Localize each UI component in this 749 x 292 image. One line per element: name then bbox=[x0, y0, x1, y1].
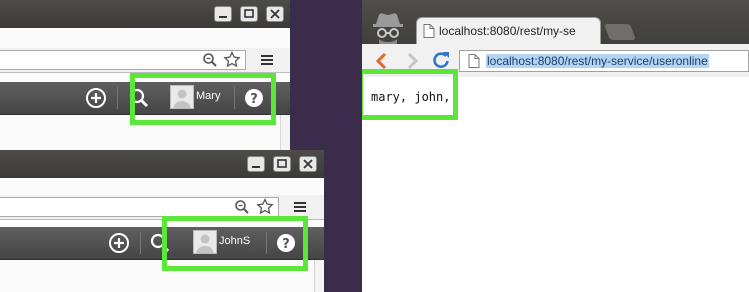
menu-icon[interactable] bbox=[260, 53, 274, 67]
address-field[interactable]: localhost:8080/rest/my-service/useronlin… bbox=[459, 50, 749, 72]
close-button[interactable] bbox=[299, 156, 317, 172]
browser-window-john: JohnS ? bbox=[0, 150, 324, 292]
toolbar-divider bbox=[140, 232, 141, 254]
scrollbar[interactable] bbox=[314, 260, 324, 292]
highlight-box bbox=[362, 69, 458, 120]
address-bar bbox=[0, 48, 290, 73]
window-titlebar bbox=[0, 150, 324, 178]
address-url: localhost:8080/rest/my-service/useronlin… bbox=[486, 54, 709, 68]
close-button[interactable] bbox=[266, 6, 284, 22]
star-icon[interactable] bbox=[223, 51, 241, 69]
tab-title: localhost:8080/rest/my-se bbox=[439, 24, 576, 38]
back-arrow-icon[interactable] bbox=[374, 52, 390, 70]
scrollbar[interactable] bbox=[280, 115, 290, 150]
forward-arrow-icon[interactable] bbox=[404, 52, 420, 70]
menu-icon[interactable] bbox=[293, 200, 307, 214]
add-icon[interactable] bbox=[108, 232, 130, 254]
document-icon bbox=[423, 24, 435, 38]
add-icon[interactable] bbox=[85, 87, 107, 109]
minimize-button[interactable] bbox=[247, 156, 265, 172]
star-icon[interactable] bbox=[256, 198, 274, 216]
zoom-icon[interactable] bbox=[202, 52, 218, 68]
incognito-icon bbox=[373, 13, 403, 46]
toolbar-divider bbox=[117, 87, 118, 109]
reload-icon[interactable] bbox=[432, 51, 450, 69]
browser-window-service: localhost:8080/rest/my-se localhost:8080… bbox=[362, 0, 749, 292]
highlight-box bbox=[130, 73, 276, 125]
new-tab-button[interactable] bbox=[604, 24, 636, 40]
minimize-button[interactable] bbox=[214, 6, 232, 22]
maximize-button[interactable] bbox=[240, 6, 258, 22]
zoom-icon[interactable] bbox=[234, 199, 250, 215]
tab-active[interactable]: localhost:8080/rest/my-se bbox=[416, 17, 601, 44]
highlight-box bbox=[162, 216, 308, 271]
window-titlebar bbox=[0, 0, 290, 28]
page-icon bbox=[468, 54, 480, 68]
tab-strip: localhost:8080/rest/my-se bbox=[362, 0, 749, 46]
browser-window-mary: Mary ? bbox=[0, 0, 290, 150]
maximize-button[interactable] bbox=[273, 156, 291, 172]
